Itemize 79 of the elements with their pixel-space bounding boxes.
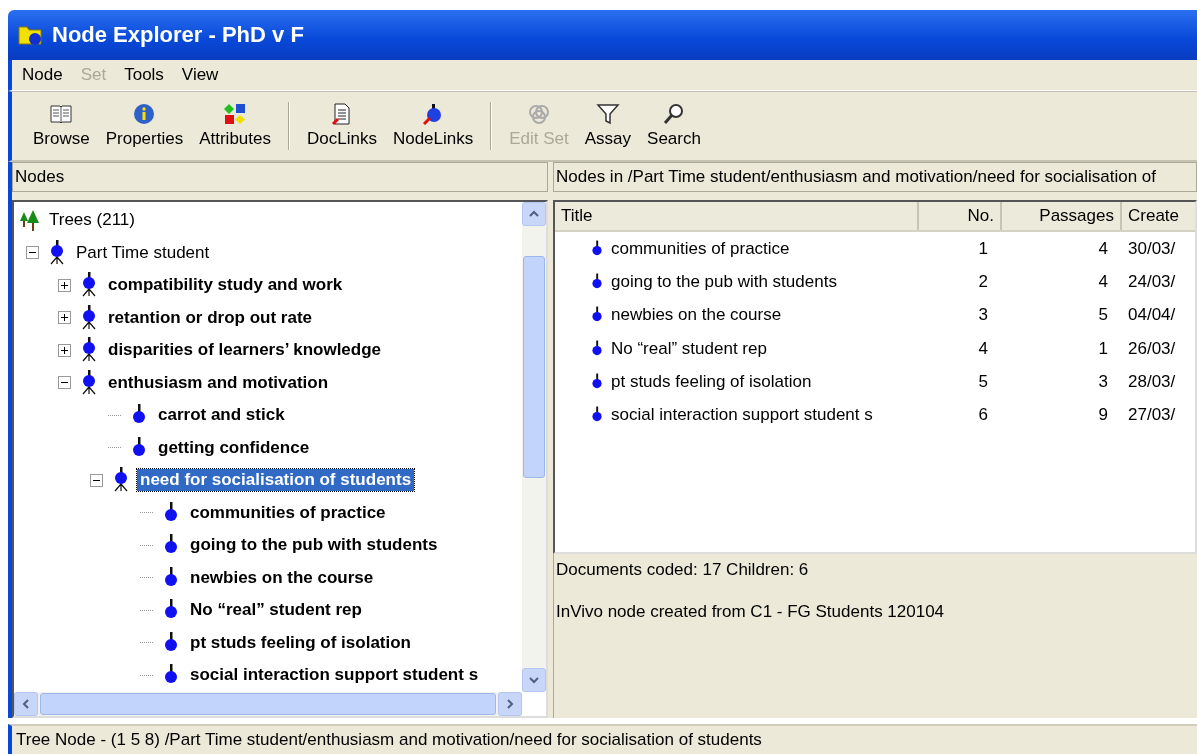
horizontal-scrollbar[interactable] bbox=[14, 692, 522, 716]
info-icon bbox=[132, 103, 157, 125]
description-text: InVivo node created from C1 - FG Students 120104 bbox=[555, 602, 946, 622]
table-cell[interactable]: going to the pub with students bbox=[611, 271, 837, 292]
column-header[interactable]: No. bbox=[919, 202, 1002, 230]
table-cell: 3 bbox=[978, 305, 988, 326]
browse-button[interactable]: Browse bbox=[26, 101, 97, 151]
shapes-icon bbox=[223, 103, 248, 125]
table-cell: 26/03/ bbox=[1128, 338, 1176, 359]
tree-node[interactable]: disparities of learners’ knowledge bbox=[105, 339, 385, 362]
tree-node[interactable]: Part Time student bbox=[73, 241, 213, 264]
attributes-button[interactable]: Attributes bbox=[192, 101, 278, 151]
pane-header: Nodes in /Part Time student/enthusiasm and motivation/need for socialisation of bbox=[553, 162, 1197, 192]
table-cell: 24/03/ bbox=[1128, 271, 1176, 292]
table-cell: 30/03/ bbox=[1128, 238, 1176, 259]
table-cell: 4 bbox=[1098, 238, 1108, 259]
window-title: Node Explorer - PhD v F bbox=[52, 22, 304, 48]
tree-node[interactable]: newbies on the course bbox=[187, 566, 377, 589]
pane-header: Nodes bbox=[12, 162, 548, 192]
collapse-toggle[interactable] bbox=[58, 376, 71, 390]
filter-icon bbox=[595, 103, 620, 125]
vertical-scrollbar[interactable] bbox=[522, 202, 546, 692]
summary-text: Documents coded: 17 Children: 6 bbox=[555, 560, 810, 580]
table-cell: 4 bbox=[978, 338, 988, 359]
collapse-toggle[interactable] bbox=[26, 246, 39, 260]
folder-icon bbox=[18, 24, 44, 46]
table-cell: 04/04/ bbox=[1128, 305, 1176, 326]
table-cell[interactable]: pt studs feeling of isolation bbox=[611, 371, 812, 392]
table-cell[interactable]: newbies on the course bbox=[611, 305, 782, 326]
tree-node[interactable]: compatibility study and work bbox=[105, 274, 346, 297]
table-cell: 1 bbox=[1098, 338, 1108, 359]
tree-node[interactable]: getting confidence bbox=[155, 436, 313, 459]
tree-node[interactable]: retantion or drop out rate bbox=[105, 306, 315, 329]
table-cell: 5 bbox=[978, 371, 988, 392]
tree-root-label[interactable]: Trees (211) bbox=[46, 209, 138, 232]
nodelinks-button[interactable]: NodeLinks bbox=[385, 101, 481, 151]
table-cell: 6 bbox=[978, 405, 988, 426]
column-header[interactable]: Create bbox=[1122, 202, 1195, 230]
table-cell[interactable]: social interaction support student s bbox=[611, 405, 873, 426]
status-bar: Tree Node - (1 5 8) /Part Time student/enthusiasm and motivation/need for socialisation of students bbox=[8, 724, 1197, 754]
search-icon bbox=[662, 103, 686, 125]
expand-toggle[interactable] bbox=[58, 343, 71, 357]
table-cell: 3 bbox=[1098, 371, 1108, 392]
table-cell: 9 bbox=[1098, 405, 1108, 426]
table-cell: 27/03/ bbox=[1128, 405, 1176, 426]
trees-icon bbox=[18, 209, 40, 232]
tree-node[interactable]: communities of practice bbox=[187, 501, 389, 524]
table-cell: 5 bbox=[1098, 305, 1108, 326]
tree-node[interactable]: going to the pub with students bbox=[187, 534, 441, 557]
circles-icon bbox=[527, 103, 551, 125]
column-header[interactable]: Title bbox=[555, 202, 919, 230]
scroll-down-icon bbox=[529, 676, 539, 684]
expand-toggle[interactable] bbox=[58, 278, 71, 292]
scroll-up-icon bbox=[529, 210, 539, 218]
menu-item[interactable]: Node bbox=[22, 65, 63, 85]
properties-button[interactable]: Properties bbox=[98, 101, 191, 151]
scroll-left-icon bbox=[22, 699, 30, 709]
tree-node[interactable]: social interaction support student s bbox=[187, 664, 482, 687]
table-cell[interactable]: communities of practice bbox=[611, 238, 790, 259]
assay-button[interactable]: Assay bbox=[577, 101, 639, 151]
menu-item[interactable]: Tools bbox=[124, 65, 164, 85]
table-cell[interactable]: No “real” student rep bbox=[611, 338, 767, 359]
table-cell: 28/03/ bbox=[1128, 371, 1176, 392]
tree-node[interactable]: enthusiasm and motivation bbox=[105, 371, 332, 394]
book-icon bbox=[49, 103, 74, 125]
doclinks-button[interactable]: DocLinks bbox=[300, 101, 384, 151]
collapse-toggle[interactable] bbox=[90, 473, 103, 487]
tree-node[interactable]: No “real” student rep bbox=[187, 599, 365, 622]
tree-node[interactable]: pt studs feeling of isolation bbox=[187, 631, 414, 654]
tree-node[interactable]: need for socialisation of students bbox=[137, 469, 415, 492]
menu-item[interactable]: View bbox=[181, 65, 219, 85]
search-button[interactable]: Search bbox=[640, 101, 708, 151]
scroll-right-icon bbox=[506, 699, 514, 709]
expand-toggle[interactable] bbox=[58, 311, 71, 325]
table-cell: 1 bbox=[978, 238, 988, 259]
table-cell: 2 bbox=[978, 271, 988, 292]
column-header[interactable]: Passages bbox=[1002, 202, 1122, 230]
table-cell: 4 bbox=[1098, 271, 1108, 292]
tree-node[interactable]: carrot and stick bbox=[155, 404, 288, 427]
